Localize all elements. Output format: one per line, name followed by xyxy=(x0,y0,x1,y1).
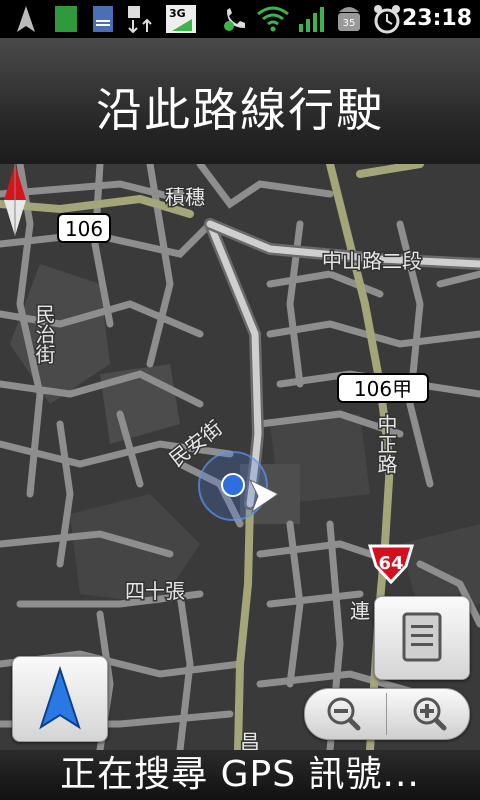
usb-data-icon xyxy=(126,4,156,34)
map-label-lower: 昌 xyxy=(240,730,260,750)
map-label-jihui: 積穗 xyxy=(165,185,205,209)
status-time: 23:18 xyxy=(401,6,472,31)
zoom-controls xyxy=(304,688,470,740)
route-shield-106-label: 106 xyxy=(65,217,103,241)
navigation-arrow-icon xyxy=(39,665,81,730)
route-shield-106jia: 106甲 xyxy=(337,373,429,403)
route-shield-64-label: 64 xyxy=(378,553,403,574)
zoom-in-button[interactable] xyxy=(387,689,469,739)
android-battery-icon: 35 xyxy=(334,4,364,34)
route-shield-106jia-label: 106甲 xyxy=(354,377,412,401)
compass-icon[interactable] xyxy=(0,164,30,236)
navigation-arrow-icon xyxy=(14,4,38,34)
gps-status-bar: 正在搜尋 GPS 訊號... xyxy=(0,750,480,800)
zoom-in-icon xyxy=(413,697,447,731)
3g-signal-icon: 3G xyxy=(166,4,196,34)
menu-list-icon xyxy=(402,612,442,662)
zoom-out-button[interactable] xyxy=(305,689,386,739)
wifi-icon xyxy=(255,4,291,34)
page-title: 沿此路線行駛 xyxy=(96,83,384,137)
route-shield-64: 64 xyxy=(367,544,415,585)
cell-signal-icon xyxy=(297,4,327,34)
route-header: 沿此路線行駛 xyxy=(0,38,480,165)
phone-icon xyxy=(222,4,250,34)
zoom-out-icon xyxy=(327,697,361,731)
status-bar: 3G 35 23:18 xyxy=(0,0,480,38)
map-label-minzhi: 民治街 xyxy=(32,304,56,364)
network-type-label: 3G xyxy=(169,7,186,20)
route-shield-106: 106 xyxy=(57,213,111,243)
directions-list-button[interactable] xyxy=(374,596,470,680)
green-square-icon xyxy=(54,4,78,34)
alarm-clock-icon xyxy=(371,4,403,34)
map-label-zhongzheng: 中正路 xyxy=(374,414,398,474)
map-label-lian: 連 xyxy=(350,599,370,623)
current-location-icon xyxy=(221,473,245,497)
map-label-zhongshan: 中山路二段 xyxy=(322,249,422,273)
gps-status-text: 正在搜尋 GPS 訊號... xyxy=(60,754,420,795)
navigation-button[interactable] xyxy=(12,656,108,742)
sd-card-icon xyxy=(92,4,114,34)
map-label-sishizhang: 四十張 xyxy=(125,579,185,603)
battery-level-label: 35 xyxy=(343,18,356,29)
